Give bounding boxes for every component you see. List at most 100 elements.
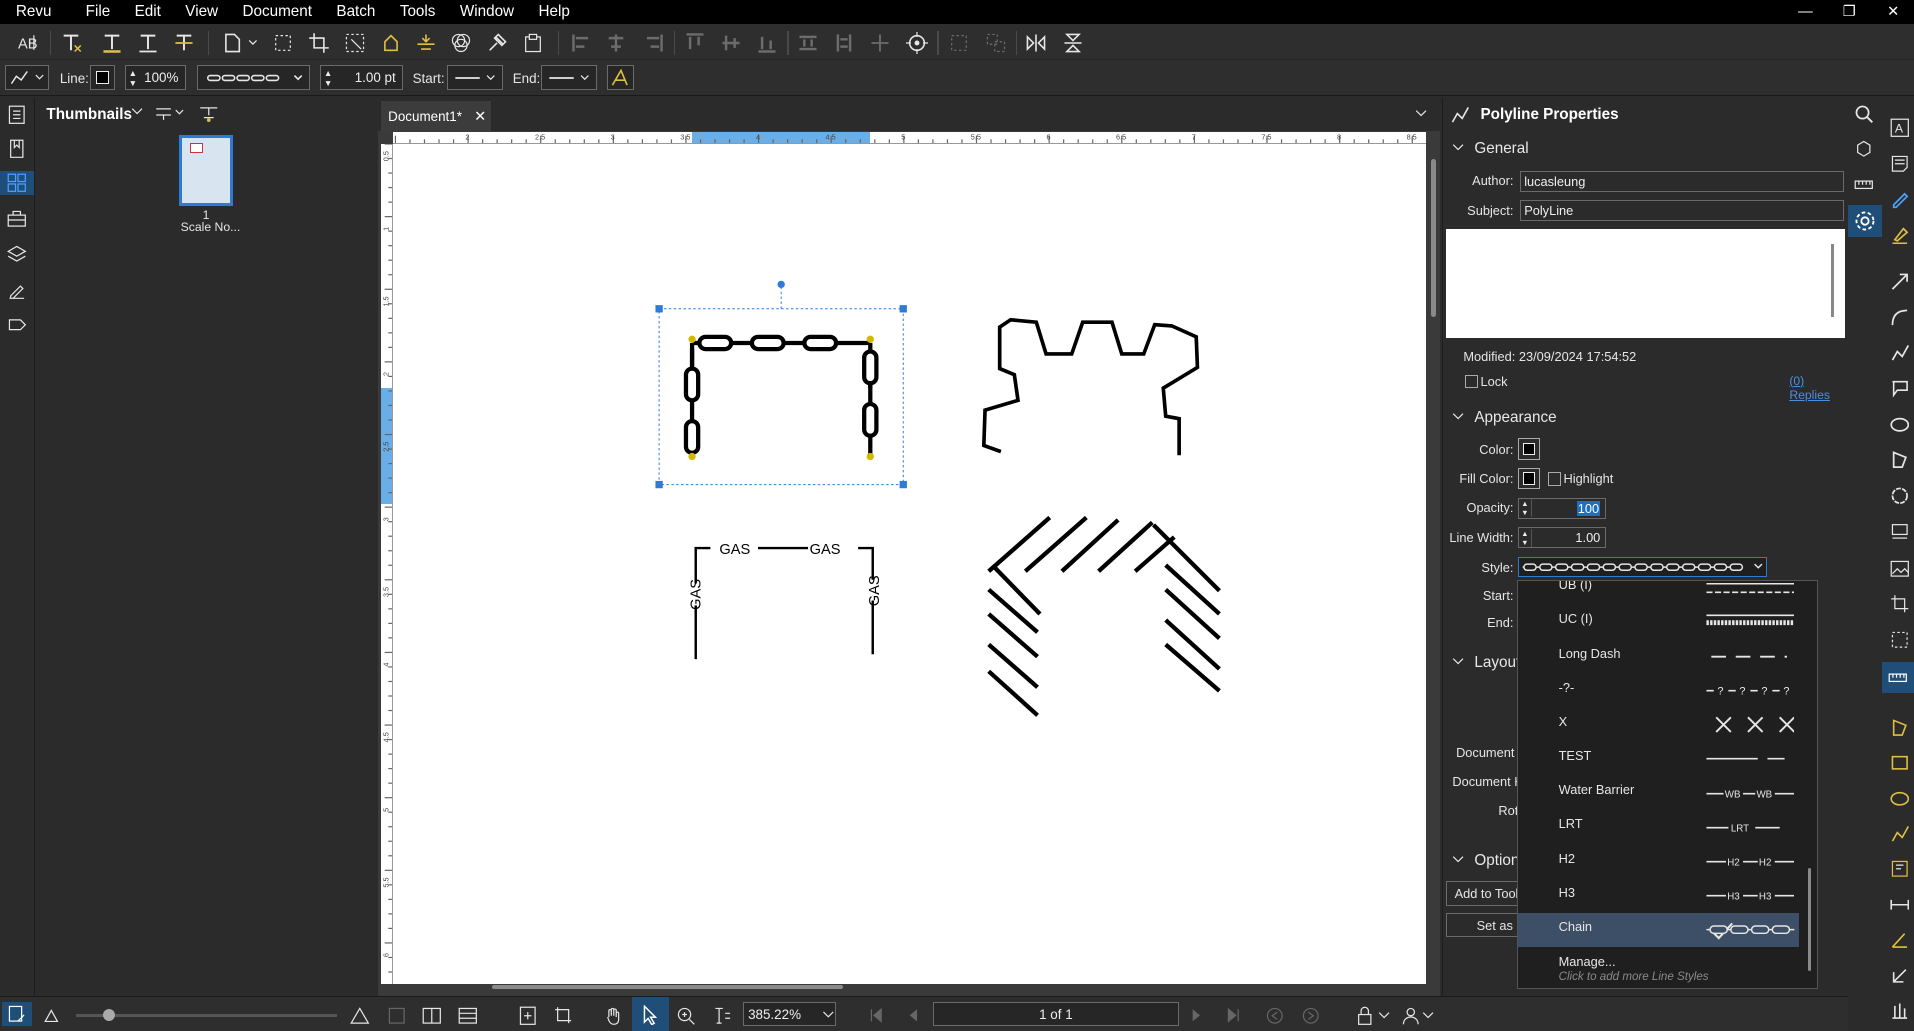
page-fit-icon[interactable]: [515, 1003, 539, 1027]
align-right-icon[interactable]: [641, 31, 665, 55]
tags-icon[interactable]: [5, 312, 29, 336]
properties-tab-icon[interactable]: [1848, 205, 1883, 237]
replies-link[interactable]: (0) Replies: [1789, 374, 1848, 402]
style-list-scrollbar[interactable]: [1807, 867, 1812, 972]
style-option-h3[interactable]: H3 H3 H3: [1518, 879, 1799, 913]
menu-edit[interactable]: Edit: [122, 0, 173, 24]
thumbnail-options-icon[interactable]: [199, 103, 219, 127]
opacity-spinner[interactable]: ▲ ▼ 100%: [124, 64, 186, 91]
hatched-polyline-markup[interactable]: [987, 515, 1221, 717]
previous-page-icon[interactable]: [901, 1003, 925, 1027]
note-icon[interactable]: [1887, 151, 1911, 175]
resize-handle[interactable]: [899, 305, 907, 313]
text-underline-icon[interactable]: [135, 31, 159, 55]
zoom-slider-thumb[interactable]: [102, 1009, 115, 1022]
perimeter-icon[interactable]: [1887, 715, 1911, 739]
opacity-spinner[interactable]: ▲ ▼ 100: [1518, 498, 1607, 519]
subject-field[interactable]: PolyLine: [1519, 200, 1845, 221]
rotation-handle[interactable]: [777, 280, 785, 289]
center-target-icon[interactable]: [905, 31, 929, 55]
file-access-icon[interactable]: [5, 103, 29, 127]
layers-icon[interactable]: [5, 242, 29, 266]
group-icon[interactable]: [947, 31, 971, 55]
snap-icon[interactable]: [552, 1003, 576, 1027]
style-option-water-barrier[interactable]: Water Barrier WB WB: [1518, 776, 1799, 810]
triangle-large-icon[interactable]: [348, 1003, 372, 1027]
text-box-icon[interactable]: A: [1887, 116, 1911, 140]
area-measure-icon[interactable]: [1887, 627, 1911, 651]
snapshot-tool-icon[interactable]: [1887, 592, 1911, 616]
area-icon[interactable]: [1887, 751, 1911, 775]
line-width-spinner[interactable]: ▲ ▼ 1.00: [1518, 527, 1607, 549]
lock-icon[interactable]: [1353, 1003, 1377, 1027]
fill-color-swatch[interactable]: [1518, 467, 1541, 490]
zoom-slider-track[interactable]: [75, 1014, 337, 1017]
style-option-uc[interactable]: UC (I): [1518, 605, 1799, 639]
style-dropdown[interactable]: [1518, 556, 1768, 578]
angle-icon[interactable]: [1887, 928, 1911, 952]
thumbnails-tab-icon[interactable]: [0, 170, 35, 196]
chevron-down-icon[interactable]: [131, 105, 143, 121]
resize-handle[interactable]: [899, 480, 907, 489]
callout-tool-icon[interactable]: [1887, 376, 1911, 400]
chevron-down-icon[interactable]: [1377, 1003, 1392, 1027]
ellipse-tool-icon[interactable]: [1887, 413, 1911, 437]
zigzag-polyline-markup[interactable]: [981, 317, 1200, 456]
menu-view[interactable]: View: [173, 0, 230, 24]
search-icon[interactable]: [1852, 101, 1876, 125]
zoom-level-dropdown[interactable]: 385.22%: [743, 1001, 837, 1027]
restore-button[interactable]: ❐: [1829, 0, 1871, 24]
signatures-icon[interactable]: [5, 277, 29, 301]
author-field[interactable]: lucasleung: [1519, 170, 1845, 192]
style-option-test[interactable]: TEST: [1518, 742, 1799, 776]
options-section-header[interactable]: Option: [1474, 852, 1518, 869]
ungroup-icon[interactable]: [984, 31, 1008, 55]
chevron-down-icon[interactable]: [247, 31, 259, 55]
user-icon[interactable]: [1399, 1003, 1423, 1027]
text-select-icon[interactable]: AB: [17, 31, 41, 55]
style-option-chain[interactable]: Chain: [1518, 912, 1800, 948]
resize-handle[interactable]: [655, 305, 663, 313]
single-page-icon[interactable]: [385, 1003, 409, 1027]
pen-icon[interactable]: [1887, 187, 1911, 211]
measure-tab-icon[interactable]: [1882, 661, 1914, 694]
text-clear-format-icon[interactable]: [59, 31, 83, 55]
style-option-ub[interactable]: UB (I): [1518, 581, 1799, 605]
next-view-icon[interactable]: [1299, 1003, 1323, 1027]
menu-batch[interactable]: Batch: [324, 0, 387, 24]
align-bottom-icon[interactable]: [754, 31, 778, 55]
flatten-icon[interactable]: [414, 31, 438, 55]
zoom-icon[interactable]: [674, 1003, 698, 1027]
select-area-icon[interactable]: [271, 31, 295, 55]
vertical-scrollbar[interactable]: [1430, 158, 1436, 318]
end-arrow-dropdown[interactable]: [540, 64, 597, 91]
distribute-vertical-icon[interactable]: [831, 31, 855, 55]
menu-window[interactable]: Window: [448, 0, 527, 24]
style-option-x[interactable]: X: [1518, 708, 1799, 742]
appearance-section-header[interactable]: Appearance: [1474, 409, 1556, 426]
split-horizontal-icon[interactable]: [455, 1003, 479, 1027]
length-icon[interactable]: [1887, 892, 1911, 916]
resize-handle[interactable]: [655, 480, 663, 489]
color-swatch[interactable]: [1518, 438, 1541, 461]
chevron-down-icon[interactable]: [1415, 107, 1427, 123]
general-section-header[interactable]: General: [1474, 140, 1528, 157]
lock-checkbox[interactable]: [1464, 374, 1479, 389]
flip-horizontal-icon[interactable]: [1024, 31, 1048, 55]
line-style-dropdown[interactable]: [196, 64, 311, 91]
measurements-icon[interactable]: [1852, 172, 1876, 196]
set-as-default-button[interactable]: Set as D: [1446, 913, 1520, 938]
bookmarks-icon[interactable]: [5, 137, 29, 161]
highlighter-icon[interactable]: [1887, 222, 1911, 246]
chevron-down-icon[interactable]: [1452, 654, 1464, 671]
align-middle-icon[interactable]: [719, 31, 743, 55]
menu-help[interactable]: Help: [526, 0, 582, 24]
volume-icon[interactable]: [1887, 963, 1911, 987]
format-painter-icon[interactable]: [485, 31, 509, 55]
navigation-tab-icon[interactable]: [2, 1001, 32, 1027]
text-select-tool-icon[interactable]: [710, 1003, 734, 1027]
image-tool-icon[interactable]: [1887, 557, 1911, 581]
comment-textarea[interactable]: [1446, 229, 1846, 339]
thumbnail-size-icon[interactable]: [155, 104, 187, 125]
select-tool-icon[interactable]: [632, 997, 669, 1031]
